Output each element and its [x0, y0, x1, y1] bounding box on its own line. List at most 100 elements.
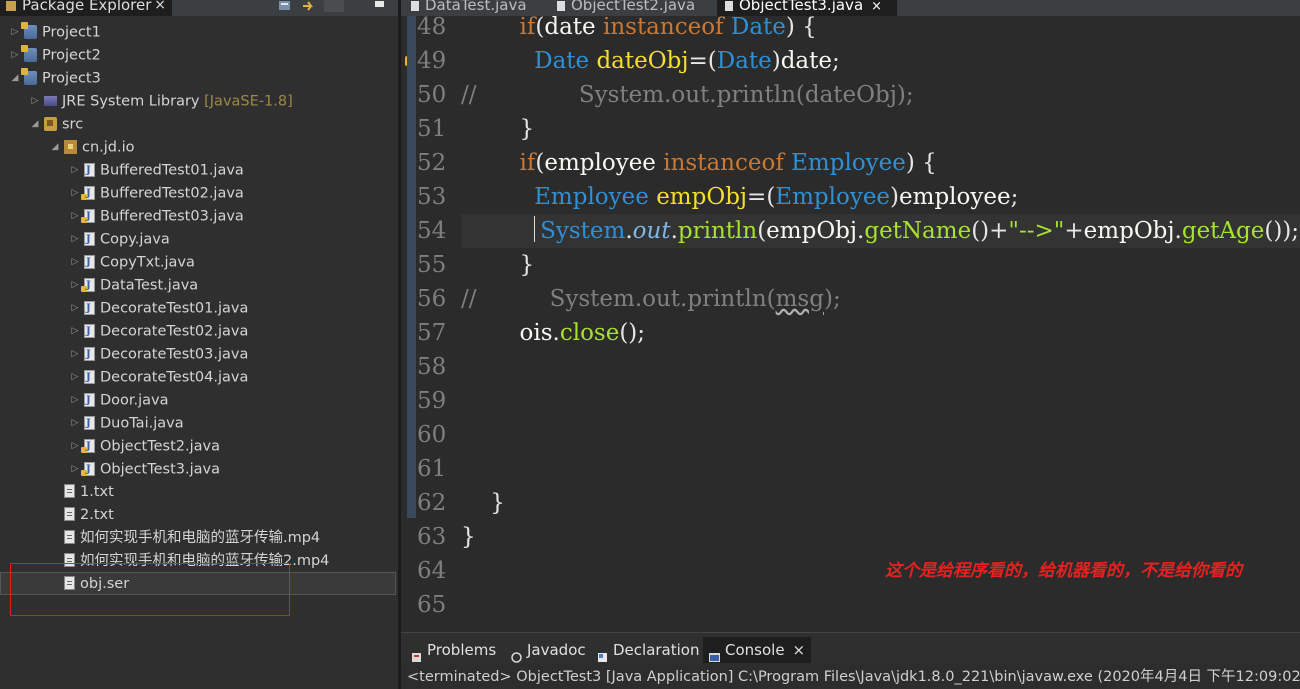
tree-item[interactable]: ▷ BufferedTest02.java	[68, 182, 244, 205]
punctuation: }	[461, 116, 535, 142]
editor-tab[interactable]: DataTest.java	[403, 0, 527, 16]
package-explorer-icon	[6, 0, 16, 11]
expand-arrow-icon[interactable]: ◢	[8, 67, 22, 90]
editor-tab[interactable]: ObjectTest3.java ×	[717, 0, 897, 16]
tree-item[interactable]: ▷ ObjectTest2.java	[68, 435, 220, 458]
code-editor[interactable]: 48 if(date instanceof Date) {49 Date dat…	[401, 0, 1300, 632]
expand-arrow-icon[interactable]: ▷	[68, 205, 82, 228]
expand-arrow-icon[interactable]: ▷	[68, 274, 82, 297]
bottom-tab-label: Console	[725, 641, 785, 659]
expand-arrow-icon[interactable]: ▷	[68, 343, 82, 366]
punctuation: (	[757, 218, 767, 244]
javadoc-icon	[511, 645, 522, 663]
expand-arrow-icon[interactable]: ▷	[8, 44, 22, 67]
text-file-icon	[64, 507, 75, 521]
tree-item[interactable]: ▷ ObjectTest3.java	[68, 458, 220, 481]
expand-arrow-icon[interactable]: ▷	[68, 389, 82, 412]
expand-arrow-icon[interactable]: ▷	[68, 159, 82, 182]
expand-arrow-icon[interactable]: ▷	[68, 228, 82, 251]
tree-item[interactable]: ▷ CopyTxt.java	[68, 251, 195, 274]
tree-item[interactable]: ▷ JRE System Library [JavaSE-1.8]	[28, 90, 293, 113]
tab-declaration[interactable]: Declaration	[591, 637, 705, 663]
tree-item[interactable]: ▷ Door.java	[68, 389, 169, 412]
link-with-editor-icon[interactable]	[302, 0, 316, 12]
method-name: getName	[864, 218, 972, 244]
type-name: Employee	[791, 150, 906, 176]
close-icon[interactable]: ×	[871, 0, 882, 14]
tree-item[interactable]: ▷ DecorateTest03.java	[68, 343, 249, 366]
tree-item-label: 2.txt	[80, 507, 114, 523]
punctuation: =(	[688, 48, 717, 74]
bottom-tab-label: Javadoc	[527, 641, 586, 659]
tree-item[interactable]: ◢ cn.jd.io	[48, 136, 135, 159]
java-file-icon	[84, 228, 95, 251]
collapse-all-icon[interactable]	[278, 0, 292, 12]
expand-arrow-icon[interactable]: ▷	[68, 297, 82, 320]
tree-item[interactable]: 如何实现手机和电脑的蓝牙传输.mp4	[48, 527, 320, 550]
tab-console[interactable]: Console ×	[703, 637, 812, 663]
tree-item-label: 1.txt	[80, 484, 114, 500]
code-text: ois.close();	[461, 316, 646, 350]
tree-item[interactable]: ▷ Copy.java	[68, 228, 170, 251]
expand-arrow-icon[interactable]: ▷	[68, 320, 82, 343]
punctuation: ) {	[785, 14, 817, 40]
console-icon	[709, 645, 720, 662]
tab-javadoc[interactable]: Javadoc	[505, 637, 592, 663]
tab-problems[interactable]: Problems	[405, 637, 502, 663]
punctuation: ;	[1010, 184, 1019, 210]
close-icon[interactable]: ×	[154, 0, 166, 16]
expand-arrow-icon[interactable]: ▷	[68, 366, 82, 389]
expand-arrow-icon[interactable]: ▷	[8, 21, 22, 44]
tree-item[interactable]: ▷ BufferedTest01.java	[68, 159, 244, 182]
java-file-icon	[84, 412, 95, 435]
tree-item-label: DecorateTest03.java	[100, 346, 249, 363]
expand-arrow-icon[interactable]: ▷	[28, 90, 42, 113]
console-status: <terminated> ObjectTest3 [Java Applicati…	[407, 669, 1300, 685]
close-icon[interactable]: ×	[793, 641, 806, 659]
code-annotation: 这个是给程序看的，给机器看的，不是给你看的	[885, 561, 1242, 581]
expand-arrow-icon[interactable]: ▷	[68, 251, 82, 274]
code-text: }	[461, 112, 534, 146]
java-file-icon	[84, 159, 95, 182]
tree-item[interactable]: ◢ Project3	[8, 67, 101, 90]
expand-arrow-icon[interactable]: ▷	[68, 182, 82, 205]
view-menu-icon[interactable]	[324, 0, 344, 12]
code-text: // System.out.println(dateObj);	[461, 78, 914, 112]
tree-item[interactable]: 2.txt	[48, 504, 114, 527]
method-name: println	[677, 218, 758, 244]
minimize-icon[interactable]	[374, 0, 388, 12]
identifier: date	[544, 14, 603, 40]
identifier: empObj	[1083, 218, 1175, 244]
tree-item[interactable]: ▷ DataTest.java	[68, 274, 199, 297]
tree-item[interactable]: ▷ DuoTai.java	[68, 412, 184, 435]
expand-arrow-icon[interactable]: ◢	[28, 113, 42, 136]
code-text: // System.out.println(msg);	[461, 282, 841, 316]
punctuation: ) {	[905, 150, 937, 176]
line-number: 64	[417, 558, 447, 584]
expand-arrow-icon[interactable]: ▷	[68, 435, 82, 458]
keyword: instanceof	[602, 14, 731, 40]
expand-arrow-icon[interactable]: ▷	[68, 458, 82, 481]
declaration-icon	[597, 645, 608, 662]
line-number: 61	[417, 456, 447, 482]
code-text: }	[461, 248, 534, 282]
tree-item[interactable]: ▷ Project1	[8, 21, 101, 44]
expand-arrow-icon[interactable]: ▷	[68, 412, 82, 435]
java-file-icon	[411, 0, 419, 11]
tab-package-explorer[interactable]: Package Explorer ×	[0, 0, 172, 16]
tree-item[interactable]: ◢ src	[28, 113, 83, 136]
tree-item[interactable]: ▷ Project2	[8, 44, 101, 67]
java-file-warning-icon	[81, 182, 95, 205]
bottom-tab-label: Problems	[427, 641, 497, 659]
tree-item[interactable]: ▷ DecorateTest02.java	[68, 320, 249, 343]
tree-item[interactable]: ▷ DecorateTest01.java	[68, 297, 249, 320]
punctuation	[461, 14, 520, 40]
line-number: 62	[417, 490, 447, 516]
tree-item-label: Project2	[42, 47, 101, 64]
keyword: instanceof	[663, 150, 792, 176]
expand-arrow-icon[interactable]: ◢	[48, 136, 62, 159]
tree-item[interactable]: ▷ DecorateTest04.java	[68, 366, 249, 389]
editor-tab[interactable]: ObjectTest2.java	[549, 0, 695, 16]
tree-item[interactable]: 1.txt	[48, 481, 114, 504]
tree-item[interactable]: ▷ BufferedTest03.java	[68, 205, 244, 228]
